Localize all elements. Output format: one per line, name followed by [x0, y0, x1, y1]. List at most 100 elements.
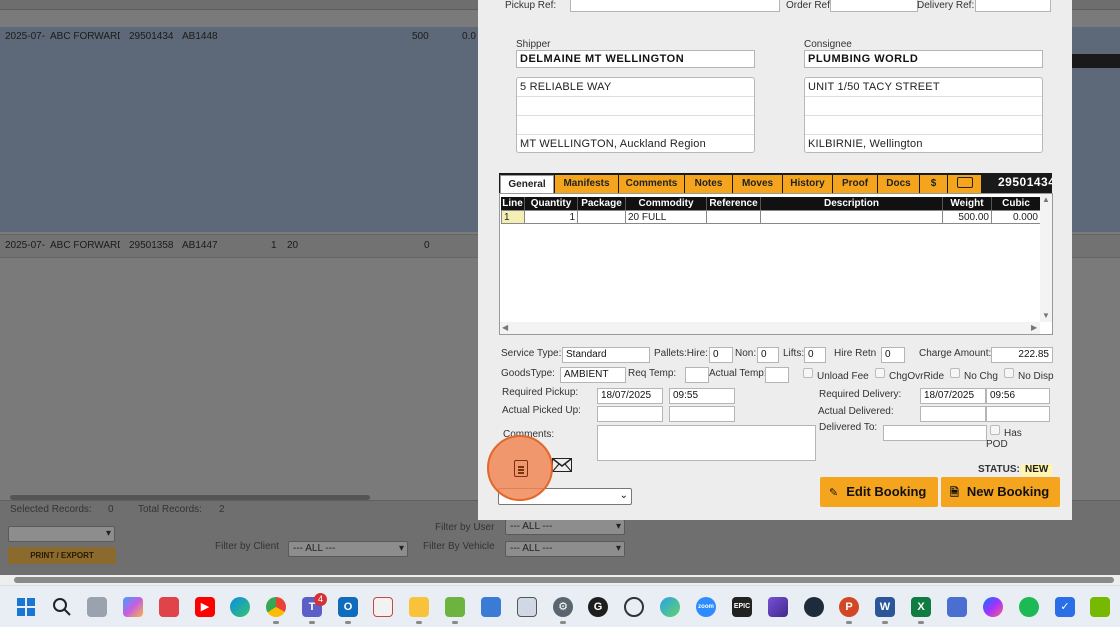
grid-cell-reference[interactable] [707, 210, 761, 224]
settings-icon[interactable]: ⚙ [553, 597, 573, 624]
charge-amount-input[interactable]: 222.85 [991, 347, 1053, 363]
word-icon[interactable]: W [875, 597, 895, 624]
consignee-address-box[interactable]: UNIT 1/50 TACY STREET KILBIRNIE, Welling… [804, 77, 1043, 153]
copilot-icon[interactable] [123, 597, 143, 617]
grid-cell-commodity[interactable]: 20 FULL [626, 210, 707, 224]
table-row[interactable]: 1 1 20 FULL 500.00 0.000 [501, 210, 1041, 224]
consignee-address-line[interactable] [805, 116, 1042, 135]
edit-booking-button[interactable]: ✎ Edit Booking [820, 477, 938, 507]
non-input[interactable]: 0 [757, 347, 779, 363]
messenger-icon[interactable] [983, 597, 1003, 617]
app-red-icon[interactable] [159, 597, 179, 617]
grid-cell-line[interactable]: 1 [501, 210, 525, 224]
export-format-select[interactable] [8, 526, 115, 542]
tab-history[interactable]: History [783, 175, 833, 193]
tab-proof[interactable]: Proof [833, 175, 878, 193]
app-people-icon[interactable] [947, 597, 967, 617]
powerpoint-icon[interactable]: P [839, 597, 859, 624]
zoom-icon[interactable]: zoom [696, 597, 716, 617]
app-purple-icon[interactable] [768, 597, 788, 617]
grid-header-package[interactable]: Package [578, 197, 626, 210]
print-export-button[interactable]: PRINT / EXPORT [8, 547, 116, 564]
required-pickup-date-input[interactable]: 18/07/2025 [597, 388, 663, 404]
tab-manifests[interactable]: Manifests [555, 175, 619, 193]
app-check-icon[interactable]: ✓ [1055, 597, 1075, 617]
email-envelope-icon[interactable] [552, 458, 572, 472]
grid-header-weight[interactable]: Weight [943, 197, 992, 210]
app-g-icon[interactable]: G [588, 597, 608, 617]
required-delivery-date-input[interactable]: 18/07/2025 [920, 388, 986, 404]
grid-header-line[interactable]: Line [501, 197, 525, 210]
epic-games-icon[interactable]: EPIC [732, 597, 752, 617]
edge-icon[interactable] [230, 597, 250, 617]
grid-cell-description[interactable] [761, 210, 943, 224]
grid-cell-quantity[interactable]: 1 [525, 210, 578, 224]
pickup-ref-input[interactable] [570, 0, 780, 12]
grid-cell-cubic[interactable]: 0.000 [992, 210, 1041, 224]
scroll-left-arrow-icon[interactable]: ◀ [502, 323, 508, 332]
grid-cell-package[interactable] [578, 210, 626, 224]
tab-docs[interactable]: Docs [878, 175, 920, 193]
service-type-input[interactable]: Standard [562, 347, 650, 363]
filter-by-vehicle-select[interactable]: --- ALL --- [505, 541, 625, 557]
app-globe-icon[interactable] [660, 597, 680, 617]
spotify-icon[interactable] [1019, 597, 1039, 617]
consignee-address-line[interactable]: KILBIRNIE, Wellington [805, 135, 1042, 154]
app-docs-icon[interactable] [373, 597, 393, 617]
tab-dollar[interactable]: $ [920, 175, 948, 193]
required-pickup-time-input[interactable]: 09:55 [669, 388, 735, 404]
delivered-to-input[interactable] [883, 425, 987, 441]
scroll-up-arrow-icon[interactable]: ▲ [1042, 195, 1050, 204]
grid-header-reference[interactable]: Reference [707, 197, 761, 210]
consignee-address-line[interactable]: UNIT 1/50 TACY STREET [805, 78, 1042, 97]
filter-by-user-select[interactable]: --- ALL --- [505, 519, 625, 535]
youtube-icon[interactable]: ▶ [195, 597, 215, 617]
filter-by-client-select[interactable]: --- ALL --- [288, 541, 408, 557]
chrome-icon[interactable] [266, 597, 286, 624]
grid-header-commodity[interactable]: Commodity [626, 197, 707, 210]
consignee-address-line[interactable] [805, 97, 1042, 116]
grid-vertical-scrollbar[interactable]: ▲ ▼ [1040, 194, 1052, 322]
shipper-address-line[interactable] [517, 116, 754, 135]
required-delivery-time-input[interactable]: 09:56 [986, 388, 1050, 404]
grid-horizontal-scrollbar[interactable]: ◀ ▶ [500, 322, 1040, 334]
search-icon[interactable] [52, 597, 72, 617]
nvidia-icon[interactable] [1090, 597, 1110, 617]
req-temp-input[interactable] [685, 367, 709, 383]
file-explorer-icon[interactable] [409, 597, 429, 624]
app-circle-icon[interactable] [624, 597, 644, 617]
notepad-icon[interactable] [445, 597, 465, 624]
no-disp-checkbox[interactable] [1004, 368, 1014, 378]
scroll-down-arrow-icon[interactable]: ▼ [1042, 311, 1050, 320]
tab-notes[interactable]: Notes [685, 175, 733, 193]
grid-cell-weight[interactable]: 500.00 [943, 210, 992, 224]
page-horizontal-scrollbar[interactable] [0, 575, 1120, 585]
shipper-address-box[interactable]: 5 RELIABLE WAY MT WELLINGTON, Auckland R… [516, 77, 755, 153]
tab-chat[interactable] [948, 175, 982, 193]
outlook-icon[interactable]: O [338, 597, 358, 624]
scroll-right-arrow-icon[interactable]: ▶ [1031, 323, 1037, 332]
lifts-input[interactable]: 0 [804, 347, 826, 363]
pallets-hire-input[interactable]: 0 [709, 347, 733, 363]
actual-temp-input[interactable] [765, 367, 789, 383]
copy-booking-button[interactable] [487, 435, 553, 501]
app-window-icon[interactable] [517, 597, 537, 617]
consignee-name-input[interactable]: PLUMBING WORLD [804, 50, 1043, 68]
actual-picked-up-date-input[interactable] [597, 406, 663, 422]
no-chg-checkbox[interactable] [950, 368, 960, 378]
excel-icon[interactable]: X [911, 597, 931, 624]
delivery-ref-input[interactable] [975, 0, 1051, 12]
app-blue-icon[interactable] [481, 597, 501, 617]
actual-delivered-time-input[interactable] [986, 406, 1050, 422]
comments-textarea[interactable] [597, 425, 816, 461]
shipper-address-line[interactable]: 5 RELIABLE WAY [517, 78, 754, 97]
new-booking-button[interactable]: 🗎 New Booking [941, 477, 1060, 507]
chg-ovr-ride-checkbox[interactable] [875, 368, 885, 378]
page-scroll-thumb[interactable] [14, 577, 1114, 583]
tab-comments[interactable]: Comments [619, 175, 685, 193]
grid-header-description[interactable]: Description [761, 197, 943, 210]
shipper-name-input[interactable]: DELMAINE MT WELLINGTON [516, 50, 755, 68]
windows-start-icon[interactable] [16, 597, 36, 617]
hire-retn-input[interactable]: 0 [881, 347, 905, 363]
order-ref-input[interactable] [830, 0, 918, 12]
